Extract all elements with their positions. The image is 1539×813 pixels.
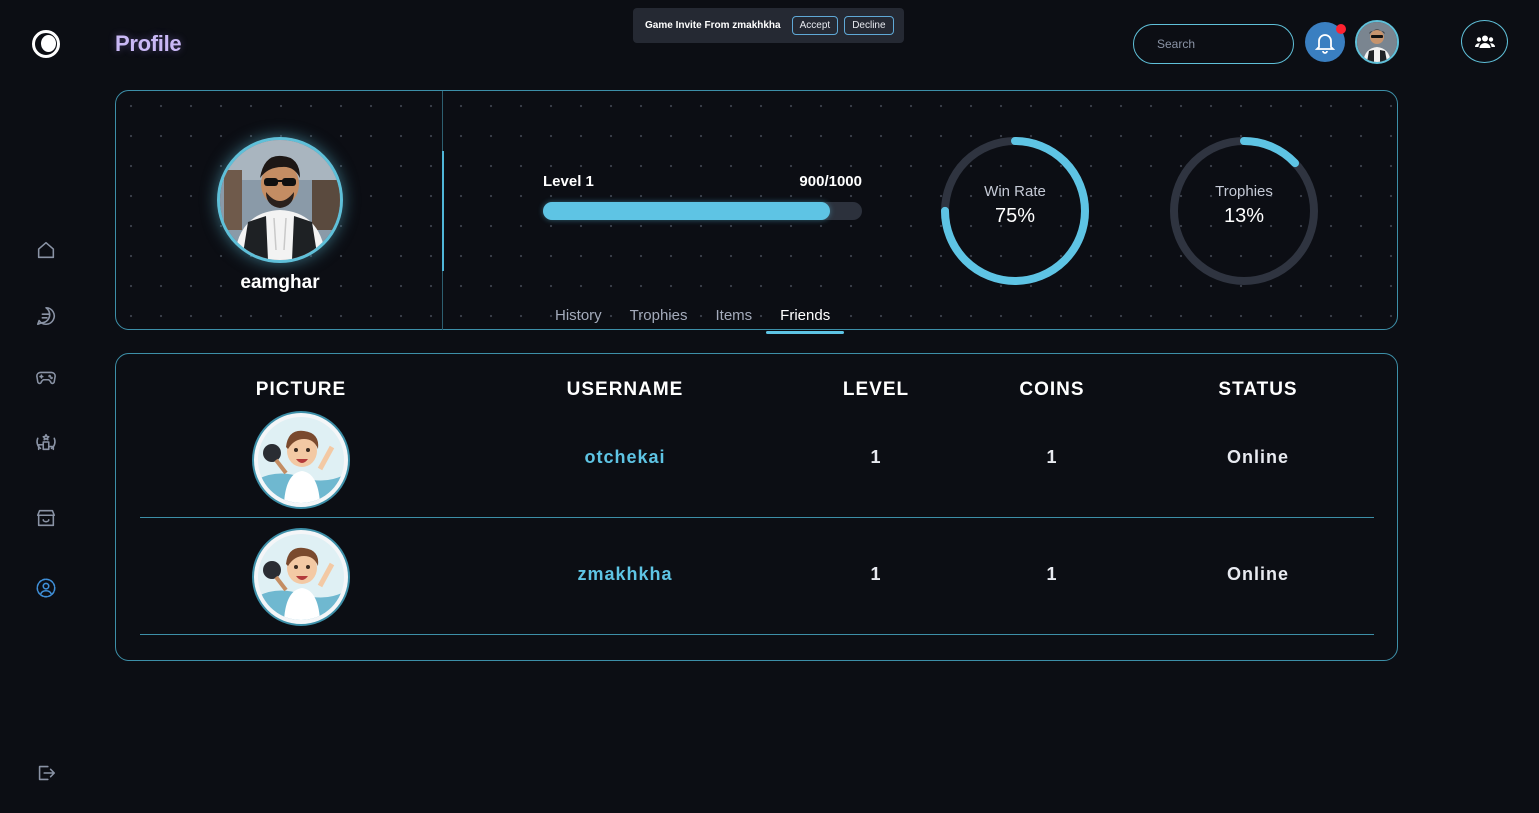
tab-friends[interactable]: Friends [766,304,845,334]
level-progress-bar [543,202,862,220]
users-icon [1474,35,1495,48]
trophies-ring: Trophies 13% [1168,135,1320,287]
friend-status: Online [1226,447,1289,467]
profile-avatar [217,137,343,263]
tab-history[interactable]: History [541,304,616,330]
decline-button[interactable]: Decline [844,16,894,35]
friend-username[interactable]: zmakhkha [525,564,725,585]
table-row[interactable]: zmakhkha 1 1 Online [140,518,1374,635]
trophies-value: 13% [1223,205,1265,227]
store-icon[interactable] [34,506,58,530]
friends-button[interactable] [1461,20,1508,63]
column-header-username: USERNAME [566,379,684,400]
page-title: Profile [115,31,182,56]
friend-status: Online [1226,564,1289,584]
table-row[interactable]: otchekai 1 1 Online [140,401,1374,518]
friend-avatar[interactable] [254,530,348,624]
friend-username[interactable]: otchekai [525,447,725,468]
level-progress-fill [543,202,831,220]
level-label: Level 1 [543,173,594,190]
home-icon[interactable] [34,238,58,262]
sidebar [0,0,92,813]
column-header-status: STATUS [1218,379,1298,400]
invite-text: Game Invite From zmakhkha [645,20,781,31]
win-rate-ring: Win Rate 75% [939,135,1091,287]
win-rate-value: 75% [994,205,1036,227]
friend-coins: 1 [1046,564,1058,584]
notifications-button[interactable] [1305,22,1346,62]
card-divider-accent [442,151,444,271]
accept-button[interactable]: Accept [791,16,839,35]
tab-items[interactable]: Items [701,304,766,330]
game-invite-toast: Game Invite From zmakhkha Accept Decline [633,8,904,43]
gamepad-icon[interactable] [34,365,58,389]
chat-icon[interactable] [34,304,58,328]
friend-level: 1 [870,447,882,467]
win-rate-label: Win Rate [984,183,1046,200]
xp-value: 900/1000 [799,173,862,190]
search-input[interactable] [1133,24,1294,64]
profile-card: eamghar Level 1 900/1000 Win Rate 75% Tr… [115,90,1398,334]
logout-icon[interactable] [34,761,58,785]
friend-avatar[interactable] [254,413,348,507]
tab-trophies[interactable]: Trophies [616,304,702,330]
column-header-level: LEVEL [842,379,910,400]
profile-tabs: History Trophies Items Friends [541,304,845,334]
user-avatar[interactable] [1355,20,1399,64]
profile-icon[interactable] [34,576,58,600]
bell-icon [1314,34,1336,54]
friend-level: 1 [870,564,882,584]
notification-dot [1336,24,1346,34]
app-logo[interactable] [32,30,60,58]
friend-coins: 1 [1046,447,1058,467]
trophies-label: Trophies [1215,183,1273,200]
column-header-coins: COINS [1019,379,1085,400]
friends-table: PICTURE USERNAME LEVEL COINS STATUS otch… [115,353,1398,661]
profile-username: eamghar [240,272,320,293]
column-header-picture: PICTURE [255,379,347,400]
leaderboard-icon[interactable] [34,430,58,454]
